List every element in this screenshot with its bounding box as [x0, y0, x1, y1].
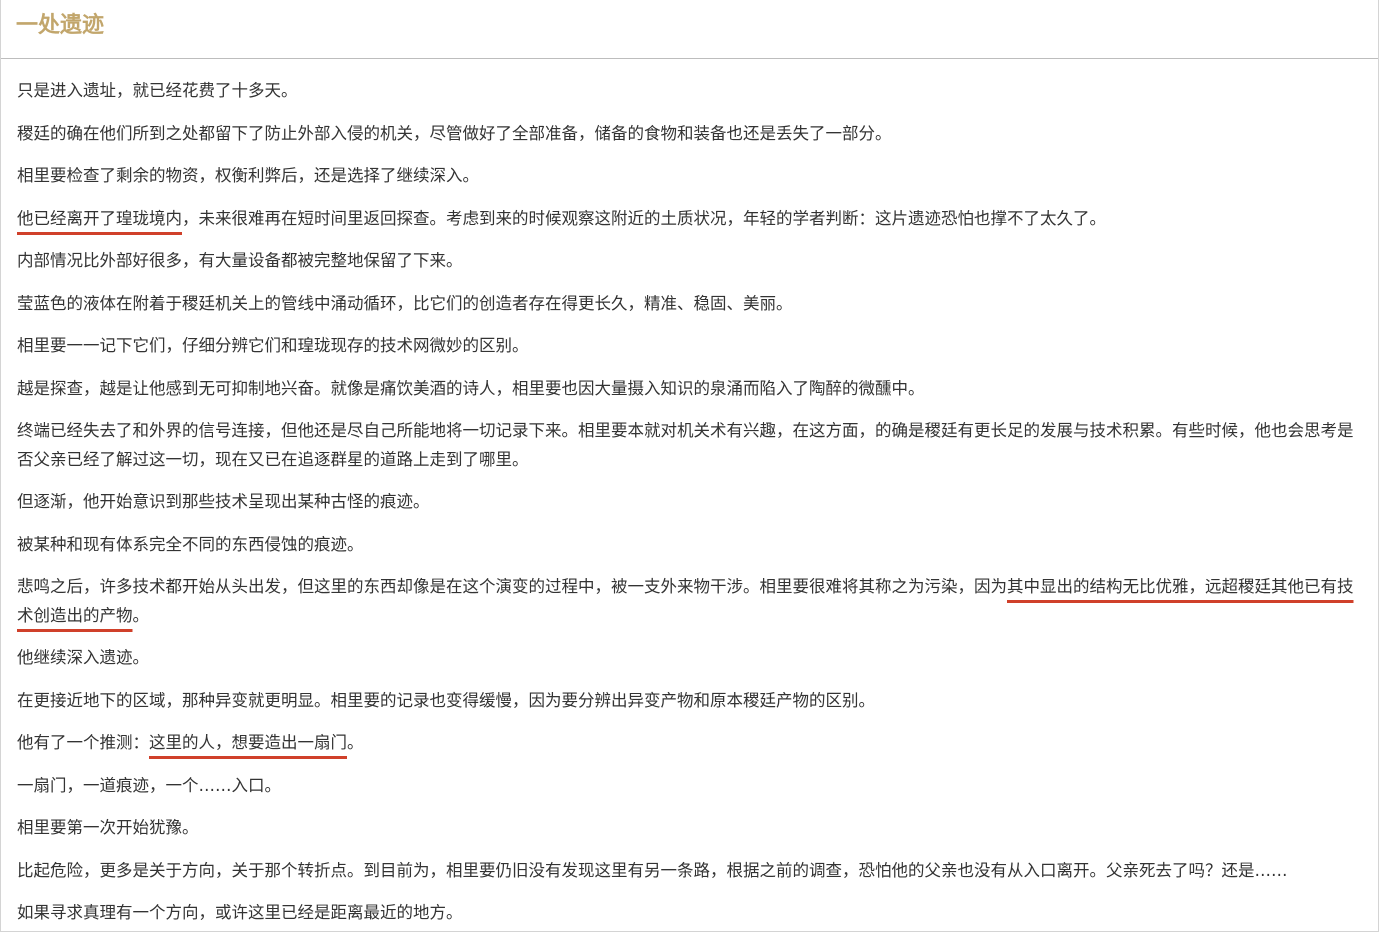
article-body: 只是进入遗址，就已经花费了十多天。稷廷的确在他们所到之处都留下了防止外部入侵的机… — [17, 77, 1367, 942]
paragraph: 终端已经失去了和外界的信号连接，但他还是尽自己所能地将一切记录下来。相里要本就对… — [17, 417, 1367, 474]
paragraph: 相里要检查了剩余的物资，权衡利弊后，还是选择了继续深入。 — [17, 162, 1367, 191]
underlined-highlight: 他已经离开了瑝珑境内 — [17, 208, 182, 228]
paragraph: 如果寻求真理有一个方向，或许这里已经是距离最近的地方。 — [17, 899, 1367, 928]
paragraph-text: 莹蓝色的液体在附着于稷廷机关上的管线中涌动循环，比它们的创造者存在得更长久，精准… — [17, 293, 793, 313]
paragraph-text: 比起危险，更多是关于方向，关于那个转折点。到目前为，相里要仍旧没有发现这里有另一… — [17, 860, 1288, 880]
paragraph-text: 被某种和现有体系完全不同的东西侵蚀的痕迹。 — [17, 534, 364, 554]
paragraph-text: 相里要一一记下它们，仔细分辨它们和瑝珑现存的技术网微妙的区别。 — [17, 336, 529, 355]
paragraph-text: 一扇门，一道痕迹，一个……入口。 — [17, 775, 281, 795]
paragraph: 一扇门，一道痕迹，一个……入口。 — [17, 772, 1367, 801]
page-title: 一处遗迹 — [16, 13, 105, 38]
paragraph: 内部情况比外部好很多，有大量设备都被完整地保留了下来。 — [17, 247, 1367, 276]
paragraph-text: 终端已经失去了和外界的信号连接，但他还是尽自己所能地将一切记录下来。相里要本就对… — [17, 421, 1354, 469]
paragraph: 稷廷的确在他们所到之处都留下了防止外部入侵的机关，尽管做好了全部准备，储备的食物… — [17, 120, 1367, 149]
paragraph-text: 。 — [347, 733, 364, 752]
paragraph-text: 内部情况比外部好很多，有大量设备都被完整地保留了下来。 — [17, 251, 463, 270]
paragraph-text: 稷廷的确在他们所到之处都留下了防止外部入侵的机关，尽管做好了全部准备，储备的食物… — [17, 123, 892, 143]
paragraph: 他有了一个推测：这里的人，想要造出一扇门。 — [17, 729, 1367, 758]
paragraph: 越是探查，越是让他感到无可抑制地兴奋。就像是痛饮美酒的诗人，相里要也因大量摄入知… — [17, 375, 1367, 404]
paragraph: 但逐渐，他开始意识到那些技术呈现出某种古怪的痕迹。 — [17, 488, 1367, 517]
paragraph-text: 相里要检查了剩余的物资，权衡利弊后，还是选择了继续深入。 — [17, 166, 479, 185]
article-frame: 一处遗迹 只是进入遗址，就已经花费了十多天。稷廷的确在他们所到之处都留下了防止外… — [0, 0, 1379, 932]
paragraph-text: 相里要第一次开始犹豫。 — [17, 818, 199, 837]
paragraph-text: 在更接近地下的区域，那种异变就更明显。相里要的记录也变得缓慢，因为要分辨出异变产… — [17, 690, 875, 710]
paragraph: 只是进入遗址，就已经花费了十多天。 — [17, 77, 1367, 106]
paragraph-text: 越是探查，越是让他感到无可抑制地兴奋。就像是痛饮美酒的诗人，相里要也因大量摄入知… — [17, 378, 925, 398]
paragraph-text: 但逐渐，他开始意识到那些技术呈现出某种古怪的痕迹。 — [17, 492, 430, 511]
paragraph-text: 悲鸣之后，许多技术都开始从头出发，但这里的东西却像是在这个演变的过程中，被一支外… — [17, 577, 1007, 596]
paragraph-text: 。 — [132, 605, 150, 625]
underlined-highlight: 这里的人，想要造出一扇门 — [149, 733, 347, 752]
paragraph-text: 只是进入遗址，就已经花费了十多天。 — [17, 81, 298, 100]
paragraph: 悲鸣之后，许多技术都开始从头出发，但这里的东西却像是在这个演变的过程中，被一支外… — [17, 573, 1367, 630]
paragraph: 相里要一一记下它们，仔细分辨它们和瑝珑现存的技术网微妙的区别。 — [17, 332, 1367, 361]
paragraph-text: ，未来很难再在短时间里返回探查。考虑到来的时候观察这附近的土质状况，年轻的学者判… — [182, 208, 1106, 228]
paragraph-text: 他有了一个推测： — [17, 733, 149, 752]
title-bar: 一处遗迹 — [1, 0, 1378, 59]
paragraph: 他继续深入遗迹。 — [17, 644, 1367, 673]
paragraph: 比起危险，更多是关于方向，关于那个转折点。到目前为，相里要仍旧没有发现这里有另一… — [17, 857, 1367, 886]
paragraph: 被某种和现有体系完全不同的东西侵蚀的痕迹。 — [17, 531, 1367, 560]
paragraph: 相里要第一次开始犹豫。 — [17, 814, 1367, 843]
paragraph: 在更接近地下的区域，那种异变就更明显。相里要的记录也变得缓慢，因为要分辨出异变产… — [17, 687, 1367, 716]
paragraph-text: 如果寻求真理有一个方向，或许这里已经是距离最近的地方。 — [17, 903, 463, 922]
paragraph: 他已经离开了瑝珑境内，未来很难再在短时间里返回探查。考虑到来的时候观察这附近的土… — [17, 205, 1367, 234]
paragraph: 莹蓝色的液体在附着于稷廷机关上的管线中涌动循环，比它们的创造者存在得更长久，精准… — [17, 290, 1367, 319]
paragraph-text: 他继续深入遗迹。 — [17, 648, 149, 667]
